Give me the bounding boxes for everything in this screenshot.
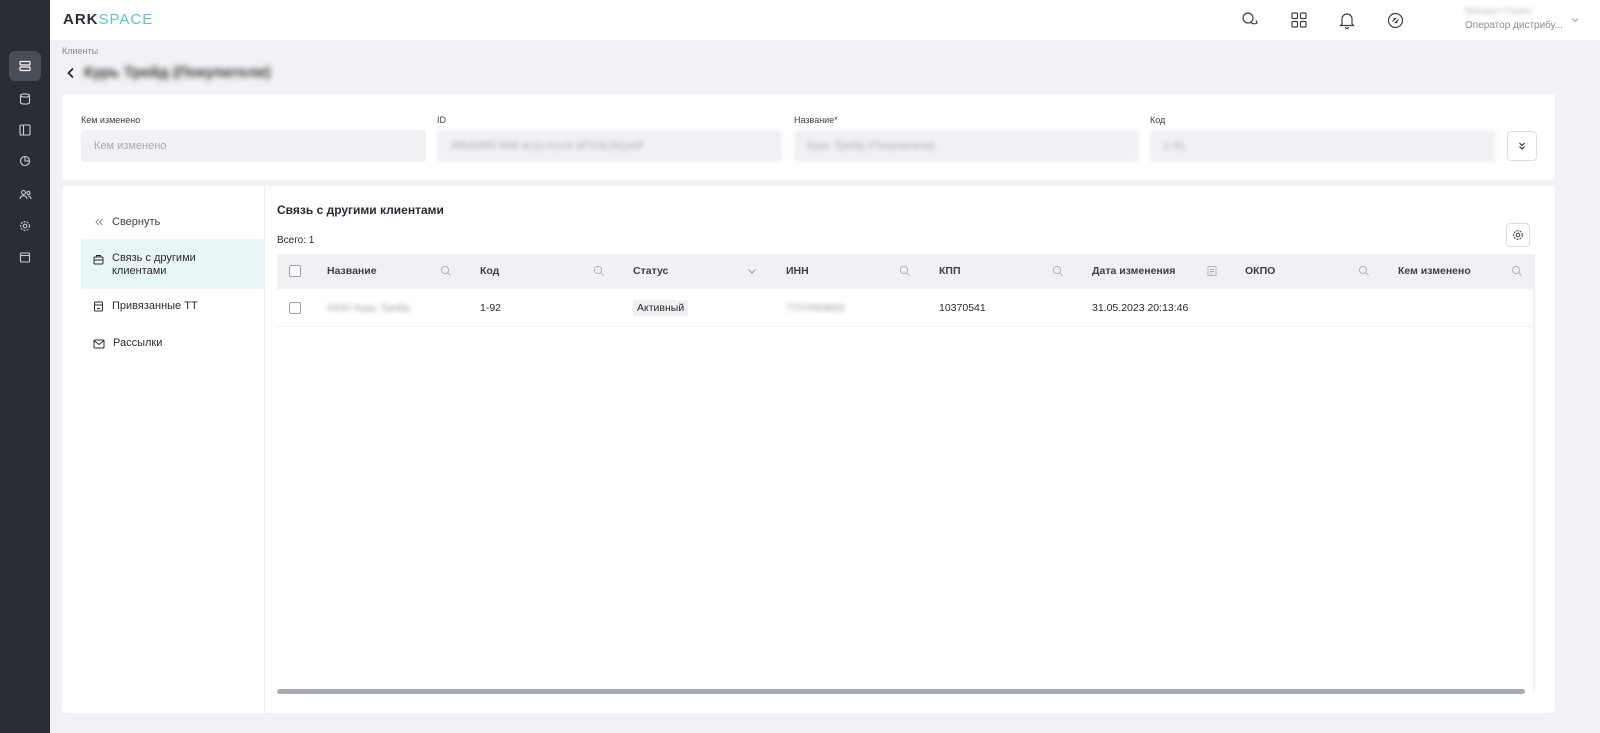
column-header-code[interactable]: Код — [480, 254, 499, 289]
table-header: Название Код Статус ИНН КПП Дата изменен… — [277, 254, 1535, 289]
cell-kpp: 10370541 — [939, 302, 986, 314]
mail-icon — [93, 339, 105, 349]
cell-date: 31.05.2023 20:13:46 — [1092, 302, 1189, 314]
user-menu[interactable]: Михаил Ошин Оператор дистрибу... — [1465, 6, 1585, 31]
search-icon[interactable] — [899, 265, 911, 277]
expand-fields-button[interactable] — [1507, 131, 1537, 161]
briefcase-icon — [93, 255, 104, 265]
top-bar: ARKSPACE Михаил Ошин Оператор дистрибу..… — [50, 0, 1600, 40]
side-item-client-relations[interactable]: Связь с другими клиентами — [81, 239, 264, 289]
column-header-name[interactable]: Название — [327, 254, 377, 289]
column-header-status[interactable]: Статус — [633, 254, 668, 289]
side-item-mailings[interactable]: Рассылки — [81, 337, 264, 355]
field-label-code: Код — [1150, 115, 1166, 125]
field-label-name: Название* — [794, 115, 838, 125]
sync-icon[interactable] — [1385, 10, 1405, 30]
gear-icon — [1513, 230, 1523, 240]
list-icon[interactable] — [9, 51, 41, 81]
store-icon — [94, 301, 103, 312]
chat-icon[interactable] — [1240, 10, 1260, 30]
column-header-changed-by[interactable]: Кем изменено — [1398, 254, 1471, 289]
cell-status: Активный — [633, 289, 689, 327]
name-field[interactable]: Курь Трейд (Покупатели) — [794, 130, 1139, 162]
total-count: Всего: 1 — [277, 235, 315, 246]
search-icon[interactable] — [440, 265, 452, 277]
column-header-inn[interactable]: ИНН — [786, 254, 809, 289]
column-header-date[interactable]: Дата изменения — [1092, 254, 1175, 289]
section-title: Связь с другими клиентами — [277, 203, 444, 217]
search-icon[interactable] — [1511, 265, 1523, 277]
bell-icon[interactable] — [1337, 10, 1357, 30]
field-label-changed-by: Кем изменено — [81, 115, 141, 125]
page-title: Курь Трейд (Покупатели) — [84, 64, 271, 81]
pie-chart-icon[interactable] — [9, 146, 41, 176]
search-icon[interactable] — [1052, 265, 1064, 277]
left-nav-rail — [0, 0, 50, 733]
code-field[interactable]: 1-91 — [1150, 130, 1495, 162]
database-icon[interactable] — [9, 84, 41, 114]
main-content-card: Свернуть Связь с другими клиентами Привя… — [62, 186, 1555, 713]
side-divider — [264, 186, 265, 713]
cell-inn: 7707083893 — [786, 302, 845, 314]
table-settings-button[interactable] — [1506, 223, 1530, 247]
vertical-scrollbar-track[interactable] — [1533, 289, 1535, 691]
app-logo[interactable]: ARKSPACE — [63, 11, 153, 28]
calendar-icon[interactable] — [9, 242, 41, 272]
chevron-down-icon[interactable] — [746, 265, 758, 277]
table-row[interactable]: ООО Курь Трейд 1-92 Активный 7707083893 … — [277, 289, 1535, 327]
cell-name[interactable]: ООО Курь Трейд — [327, 289, 409, 327]
cell-code: 1-92 — [480, 302, 502, 314]
side-item-linked-outlets[interactable]: Привязанные ТТ — [81, 300, 264, 318]
search-icon[interactable] — [593, 265, 605, 277]
field-label-id: ID — [437, 115, 446, 125]
user-role: Оператор дистрибу... — [1465, 20, 1564, 31]
select-all-checkbox[interactable] — [289, 265, 301, 277]
double-chevron-down-icon — [1519, 142, 1525, 150]
breadcrumb[interactable]: Клиенты — [62, 46, 98, 56]
users-icon[interactable] — [9, 180, 41, 210]
calendar-filter-icon[interactable] — [1206, 265, 1218, 277]
chevron-down-icon[interactable] — [1570, 14, 1580, 28]
horizontal-scrollbar[interactable] — [277, 689, 1525, 694]
back-arrow-icon[interactable] — [64, 66, 78, 80]
collapse-button[interactable]: Свернуть — [94, 216, 160, 228]
row-checkbox[interactable] — [289, 302, 301, 314]
id-field[interactable]: 36b4d9f0-6f4f-4c1c-b1c9-af7e3c2b1e0f — [437, 130, 782, 162]
relations-table: Название Код Статус ИНН КПП Дата изменен… — [277, 254, 1535, 691]
user-name: Михаил Ошин — [1465, 6, 1531, 17]
layout-icon[interactable] — [9, 115, 41, 145]
apps-grid-icon[interactable] — [1289, 10, 1309, 30]
changed-by-field[interactable]: Кем изменено — [81, 130, 426, 162]
column-header-kpp[interactable]: КПП — [939, 254, 961, 289]
column-header-okpo[interactable]: ОКПО — [1245, 254, 1275, 289]
double-chevron-left-icon — [95, 218, 103, 226]
status-badge: Активный — [633, 300, 689, 316]
client-fields-card: Кем изменено Кем изменено ID 36b4d9f0-6f… — [62, 94, 1555, 180]
search-icon[interactable] — [1358, 265, 1370, 277]
gear-icon[interactable] — [9, 211, 41, 241]
